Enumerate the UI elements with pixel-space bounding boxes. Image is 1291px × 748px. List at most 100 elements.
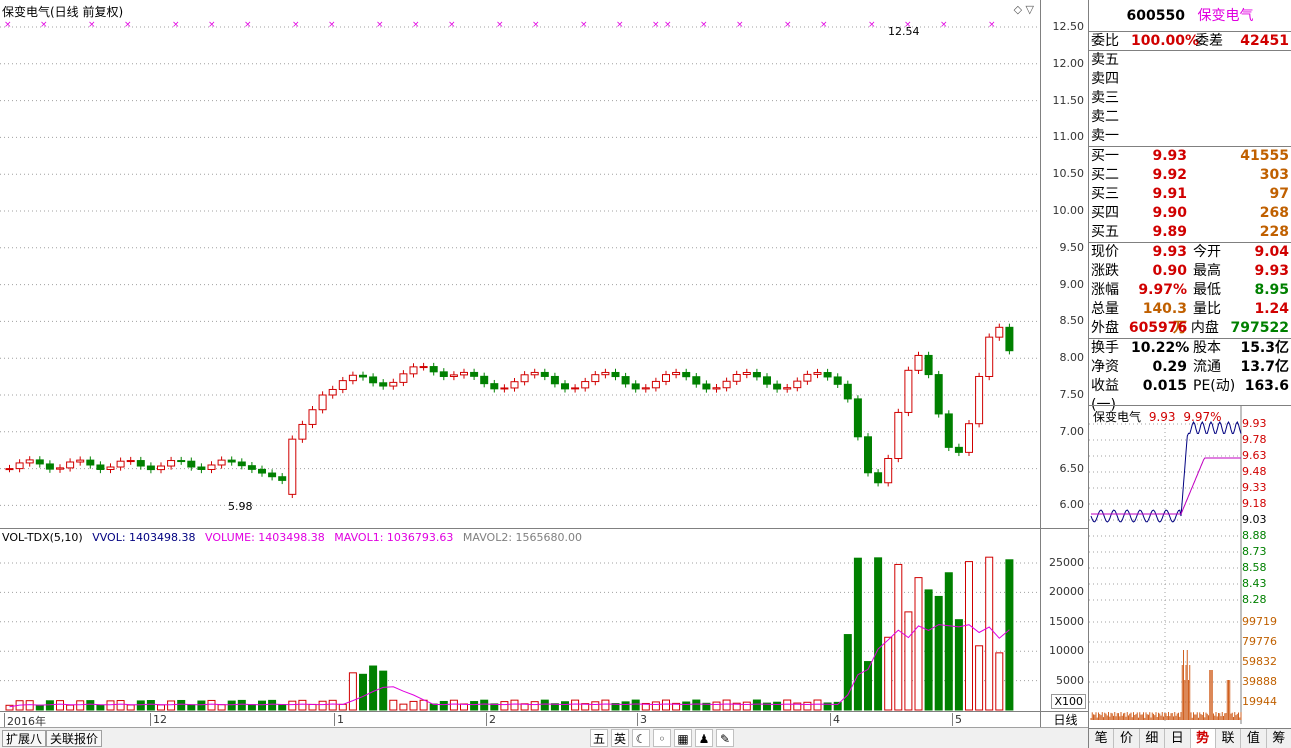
panel-tab[interactable]: 日	[1165, 729, 1191, 748]
sell-price	[1131, 108, 1187, 127]
extend-button[interactable]: 扩展八	[2, 730, 47, 747]
weicha-value: 42451	[1240, 33, 1289, 49]
candle-up	[520, 374, 529, 383]
buy-volume: 268	[1259, 205, 1289, 221]
volume-bar	[116, 700, 125, 711]
candle-down	[96, 464, 105, 470]
signal-marker: ×	[328, 20, 336, 30]
stat-label: 涨跌	[1091, 263, 1119, 279]
candle-up	[641, 387, 650, 390]
buy-price: 9.90	[1152, 205, 1187, 221]
panel-tabs: 笔价细日势联值筹	[1089, 728, 1291, 748]
fundamental-stats: 换手 10.22% 股本 15.3亿 净资 0.29 流通 13.7亿 收益(一) 0.015 PE…	[1089, 339, 1291, 413]
fund-label: 股本	[1193, 340, 1221, 356]
candle-up	[399, 373, 408, 383]
candle-down	[359, 374, 367, 378]
volume-bar	[207, 699, 216, 711]
ime-icon[interactable]: 五	[590, 729, 608, 747]
mini-vol-tick: 39888	[1242, 675, 1277, 688]
volume-bar	[167, 700, 176, 711]
candle-up	[975, 375, 984, 425]
signal-marker: ×	[292, 20, 300, 30]
volume-bar	[500, 701, 509, 711]
fund-value: 0.015	[1142, 378, 1187, 394]
candle-up	[338, 380, 347, 390]
panel-tab[interactable]: 联	[1216, 729, 1242, 748]
volume-bar	[45, 700, 54, 711]
candle-up	[157, 465, 165, 471]
ime-icon[interactable]: ✎	[716, 729, 734, 747]
weibi-row: 委比 100.00% 委差 42451	[1089, 32, 1291, 51]
candle-down	[258, 468, 266, 474]
candle-up	[66, 461, 75, 469]
date-tick: 12	[150, 713, 167, 726]
stat-value: 0.90	[1152, 263, 1187, 279]
candle-down	[611, 371, 620, 378]
volume-chart[interactable]: VOL-TDX(5,10) VVOL: 1403498.38 VOLUME: 1…	[0, 528, 1040, 711]
stat-value: 797522	[1230, 320, 1289, 336]
candle-down	[379, 382, 388, 387]
volume-bar	[177, 699, 186, 711]
candle-up	[389, 381, 398, 387]
volume-bar	[530, 701, 539, 711]
related-quote-button[interactable]: 关联报价	[46, 730, 103, 747]
ime-icon[interactable]: ◦	[653, 729, 671, 747]
panel-tab[interactable]: 笔	[1089, 729, 1115, 748]
buy-row: 买五 9.89 228	[1089, 223, 1291, 242]
volume-bar	[601, 699, 610, 711]
signal-marker: ×	[652, 20, 660, 30]
mini-price-tick: 9.18	[1242, 497, 1267, 510]
volume-bar	[338, 703, 347, 711]
candle-down	[561, 383, 569, 390]
buy-row: 买三 9.91 97	[1089, 185, 1291, 204]
volume-bar	[429, 703, 438, 711]
panel-tab[interactable]: 价	[1114, 729, 1140, 748]
signal-marker: ×	[244, 20, 252, 30]
volume-bar	[86, 700, 95, 711]
panel-tab[interactable]: 筹	[1267, 729, 1291, 748]
volume-bar	[126, 704, 135, 711]
fund-label: 流通	[1193, 359, 1221, 375]
candle-up	[722, 380, 731, 389]
volume-bar	[853, 557, 862, 711]
period-label[interactable]: 日线	[1040, 711, 1090, 727]
sell-label: 卖一	[1091, 128, 1119, 144]
ime-icon[interactable]: ♟	[695, 729, 713, 747]
ime-icon[interactable]: ☾	[632, 729, 650, 747]
panel-tab[interactable]: 细	[1140, 729, 1166, 748]
panel-tab[interactable]: 势	[1190, 729, 1216, 748]
stat-value: 140.3万	[1142, 301, 1187, 336]
volume-bar	[742, 701, 751, 711]
stat-label: 量比	[1193, 301, 1221, 317]
signal-marker: ×	[4, 20, 12, 30]
mini-price-tick: 9.33	[1242, 481, 1267, 494]
buy-volume: 41555	[1240, 148, 1289, 164]
candle-down	[692, 376, 701, 385]
mini-avg-line	[1091, 457, 1241, 515]
price-tick: 12.50	[1052, 20, 1085, 33]
signal-marker: ×	[496, 20, 504, 30]
date-tick: 4	[830, 713, 840, 726]
panel-tab[interactable]: 值	[1241, 729, 1267, 748]
ime-icon[interactable]: 英	[611, 729, 629, 747]
ime-icon[interactable]: ▦	[674, 729, 692, 747]
sell-row: 卖四	[1089, 70, 1291, 89]
volume-bar	[651, 701, 660, 711]
weicha-label: 委差	[1195, 33, 1223, 49]
kline-chart[interactable]: × × × × × × × × × × × × × × × × × × × × × × × × × × 保变电气(日线 前复权) …	[0, 0, 1040, 528]
stat-row: 总量 140.3万 量比 1.24	[1089, 300, 1291, 336]
chart-controls[interactable]: ◇ ▽	[1014, 3, 1034, 16]
volume-bar	[985, 556, 994, 711]
stat-label: 最低	[1193, 282, 1221, 298]
candle-up	[106, 466, 115, 470]
volume-bar	[884, 636, 893, 711]
mini-vol-tick: 19944	[1242, 695, 1277, 708]
volume-bar	[157, 704, 165, 711]
volume-bar	[136, 700, 145, 711]
candle-up	[460, 371, 468, 376]
intraday-mini-chart[interactable]: 保变电气 9.93 9.97% 9.93 9.78 9.63 9.48 9.33 9.18…	[1089, 405, 1291, 724]
candle-down	[924, 354, 933, 376]
candle-down	[833, 376, 842, 385]
candle-up	[651, 380, 660, 389]
volume-bar	[1005, 559, 1014, 711]
